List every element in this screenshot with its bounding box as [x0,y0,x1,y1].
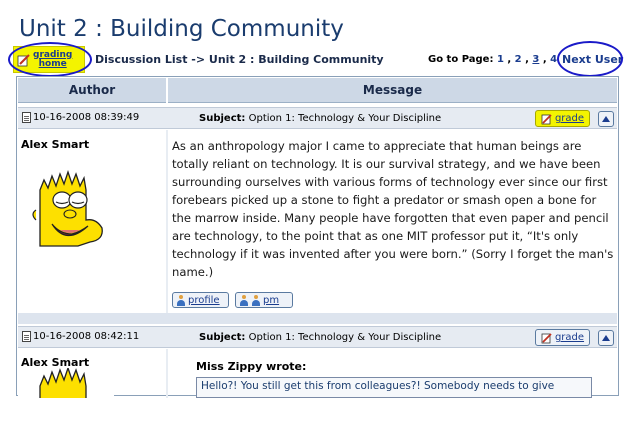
back-to-top-button[interactable] [598,111,614,127]
post-document-icon [22,112,31,123]
bart-simpson-avatar-icon [18,150,114,248]
post-date-text: 10-16-2008 08:39:49 [33,112,140,123]
annotation-circle-next-user [557,41,623,77]
subject-text: Option 1: Technology & Your Discipline [248,332,442,343]
page-title: Unit 2 : Building Community [19,16,344,42]
user-icon [239,294,249,306]
message-column-header: Message [168,78,617,103]
subject-label: Subject: [199,113,246,124]
post-date: 10-16-2008 08:39:49 [22,112,139,123]
grade-label: grade [554,113,585,124]
post-date-text: 10-16-2008 08:42:11 [33,331,140,342]
grade-label: grade [554,332,585,343]
page-link-1[interactable]: 1 [497,54,504,65]
profile-label: profile [188,294,220,306]
post-message-body: As an anthropology major I came to appre… [172,139,614,279]
bart-simpson-avatar-icon [18,368,114,400]
pm-label: pm [263,294,280,306]
post-date: 10-16-2008 08:42:11 [22,331,139,342]
post-meta-row: 10-16-2008 08:42:11 Subject: Option 1: T… [18,326,617,348]
column-divider [166,130,168,313]
user-icon [176,294,186,306]
go-to-page-label: Go to Page: [428,54,494,65]
up-arrow-icon [602,335,610,341]
post-document-icon [22,331,31,342]
breadcrumb[interactable]: Discussion List -> Unit 2 : Building Com… [95,53,384,66]
pencil-icon [541,332,552,343]
go-to-page: Go to Page: 1 , 2 , 3 , 4 [428,54,558,65]
annotation-circle-grading-home [8,42,92,77]
pm-button[interactable]: pm [235,292,293,308]
up-arrow-icon [602,116,610,122]
subject-text: Option 1: Technology & Your Discipline [248,113,442,124]
page-link-2[interactable]: 2 [515,54,522,65]
grade-button[interactable]: grade [535,329,590,346]
quoted-message: Hello?! You still get this from colleagu… [196,377,592,398]
subject-label: Subject: [199,332,246,343]
post-subject: Subject: Option 1: Technology & Your Dis… [199,332,441,343]
page-link-3[interactable]: 3 [532,54,539,65]
profile-button[interactable]: profile [172,292,229,308]
author-column-header: Author [18,78,166,103]
column-divider [166,349,168,398]
page-bottom-whitespace [0,398,635,428]
post-subject: Subject: Option 1: Technology & Your Dis… [199,113,441,124]
grade-button[interactable]: grade [535,110,590,127]
back-to-top-button[interactable] [598,330,614,346]
post-separator [18,313,617,324]
post-meta-row: 10-16-2008 08:39:49 Subject: Option 1: T… [18,107,617,129]
user-icon [251,294,261,306]
pencil-icon [541,113,552,124]
quote-header: Miss Zippy wrote: [196,360,307,373]
